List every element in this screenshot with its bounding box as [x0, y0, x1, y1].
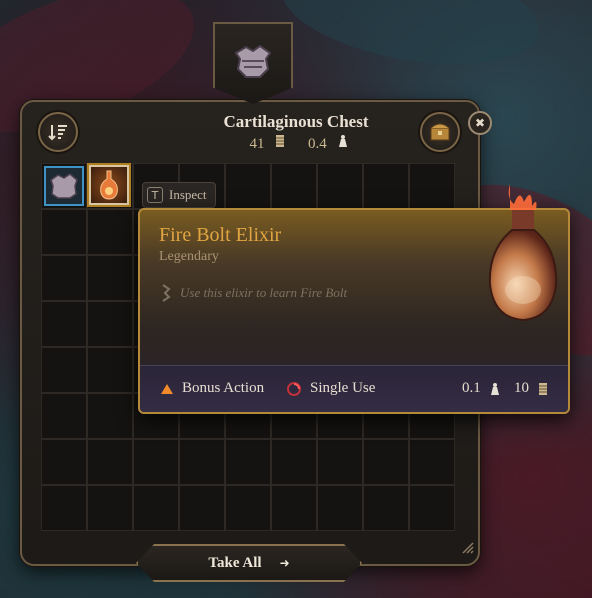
single-use-label: Single Use	[310, 380, 376, 396]
grid-cell[interactable]	[87, 209, 133, 255]
item-slot-fire-bolt-elixir[interactable]	[87, 163, 131, 207]
grid-cell[interactable]	[317, 163, 363, 209]
grid-cell[interactable]	[41, 347, 87, 393]
item-value-number: 10	[514, 380, 529, 396]
sort-icon	[48, 125, 67, 141]
grid-cell[interactable]	[409, 163, 455, 209]
single-use: Single Use	[286, 380, 375, 397]
weight-value: 0.4	[308, 136, 327, 152]
grid-cell[interactable]	[271, 439, 317, 485]
grid-cell[interactable]	[363, 485, 409, 531]
chest-item-icon	[50, 173, 78, 199]
weight-stat: 0.4	[302, 135, 349, 152]
bonus-action-icon	[161, 383, 173, 394]
grid-cell[interactable]	[41, 255, 87, 301]
scroll-icon	[162, 284, 171, 302]
bonus-action-label: Bonus Action	[182, 380, 265, 396]
gold-stat: 41	[244, 135, 291, 152]
grid-cell[interactable]	[271, 485, 317, 531]
item-description: Use this elixir to learn Fire Bolt	[160, 284, 347, 302]
loot-to-inventory-button[interactable]	[420, 112, 460, 152]
sort-button[interactable]	[38, 112, 78, 152]
grid-cell[interactable]	[41, 301, 87, 347]
grid-cell[interactable]	[87, 393, 133, 439]
close-icon: ✖	[474, 116, 486, 130]
loot-chest-icon	[430, 123, 450, 141]
coin-stack-icon	[276, 135, 285, 147]
grid-cell[interactable]	[133, 439, 179, 485]
container-title: Cartilaginous Chest	[223, 112, 369, 131]
elixir-art	[488, 184, 558, 322]
item-description-text: Use this elixir to learn Fire Bolt	[180, 285, 348, 300]
arrow-right-icon: ➜	[279, 556, 290, 570]
item-value: 10	[514, 380, 549, 397]
grid-cell[interactable]	[409, 439, 455, 485]
grid-cell[interactable]	[179, 439, 225, 485]
grid-cell[interactable]	[87, 485, 133, 531]
item-name: Fire Bolt Elixir	[159, 224, 282, 246]
grid-cell[interactable]	[409, 485, 455, 531]
grid-cell[interactable]	[87, 347, 133, 393]
weight-icon	[490, 382, 499, 395]
grid-cell[interactable]	[225, 439, 271, 485]
inspect-hint: T Inspect	[142, 182, 216, 208]
grid-cell[interactable]	[87, 301, 133, 347]
grid-cell[interactable]	[87, 439, 133, 485]
grid-cell[interactable]	[363, 163, 409, 209]
grid-cell[interactable]	[271, 163, 317, 209]
weight-icon	[338, 135, 347, 147]
item-slot-chest[interactable]	[44, 166, 84, 206]
grid-cell[interactable]	[41, 485, 87, 531]
grid-cell[interactable]	[225, 485, 271, 531]
grid-cell[interactable]	[317, 485, 363, 531]
take-all-button[interactable]: Take All ➜	[136, 544, 362, 582]
container-crest	[213, 22, 293, 104]
grid-cell[interactable]	[41, 209, 87, 255]
coin-stack-icon	[539, 382, 547, 395]
grid-cell[interactable]	[41, 393, 87, 439]
grid-cell[interactable]	[133, 485, 179, 531]
grid-cell[interactable]	[87, 255, 133, 301]
take-all-label: Take All	[208, 554, 262, 571]
inspect-label: Inspect	[169, 187, 207, 202]
elixir-icon	[100, 170, 118, 200]
bonus-action: Bonus Action	[160, 380, 264, 397]
background-art	[273, 0, 547, 82]
tooltip-footer: Bonus Action Single Use 0.1 10	[140, 365, 568, 412]
grid-cell[interactable]	[225, 163, 271, 209]
grid-cell[interactable]	[41, 439, 87, 485]
grid-cell[interactable]	[179, 485, 225, 531]
resize-grip-icon[interactable]	[462, 542, 474, 554]
item-weight: 0.1	[462, 380, 501, 397]
grid-cell[interactable]	[317, 439, 363, 485]
gold-value: 41	[249, 136, 265, 152]
chest-crest-icon	[234, 44, 272, 78]
container-stats: 41 0.4	[0, 134, 592, 153]
single-use-icon	[287, 381, 301, 396]
grid-cell[interactable]	[363, 439, 409, 485]
item-weight-value: 0.1	[462, 380, 481, 396]
item-rarity: Legendary	[159, 249, 219, 264]
close-button[interactable]: ✖	[468, 111, 492, 135]
inspect-key: T	[147, 187, 163, 203]
